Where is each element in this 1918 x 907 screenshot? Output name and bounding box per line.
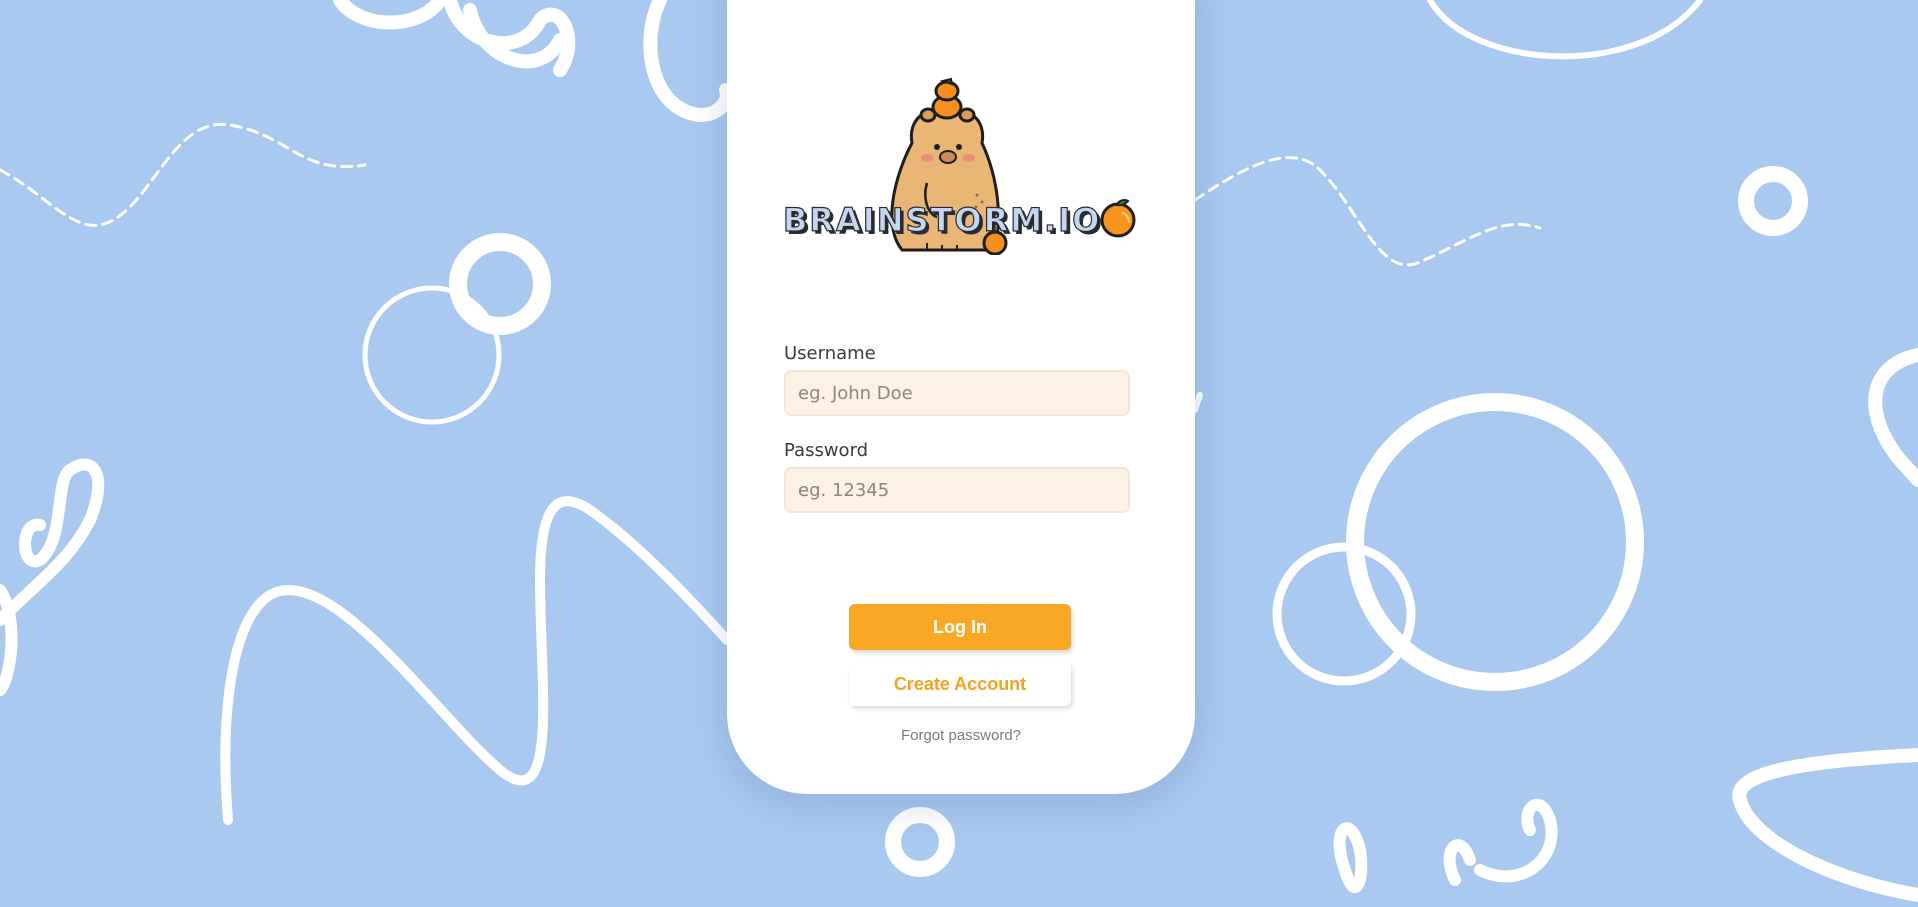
forgot-password-link[interactable]: Forgot password? bbox=[727, 727, 1195, 744]
username-input[interactable] bbox=[784, 370, 1130, 416]
create-account-button[interactable]: Create Account bbox=[849, 662, 1071, 706]
login-card: BRAINSTORM.IO Username Password Log In C… bbox=[727, 0, 1195, 794]
brand-wordmark: BRAINSTORM.IO bbox=[782, 200, 1102, 239]
orange-icon bbox=[1100, 199, 1136, 238]
password-input[interactable] bbox=[784, 467, 1130, 513]
password-label: Password bbox=[784, 440, 869, 461]
username-label: Username bbox=[784, 343, 876, 364]
login-button[interactable]: Log In bbox=[849, 604, 1071, 650]
